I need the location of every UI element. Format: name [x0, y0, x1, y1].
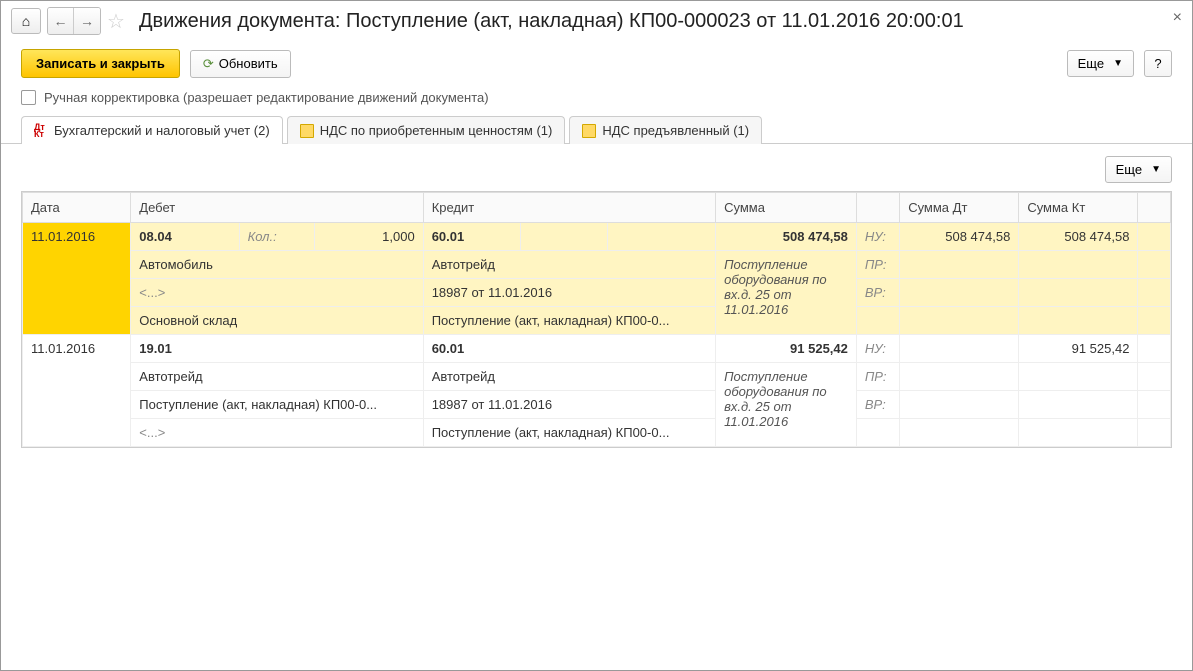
- home-icon: ⌂: [22, 13, 30, 29]
- top-toolbar: ⌂ ← → ☆ Движения документа: Поступление …: [1, 1, 1192, 41]
- doc-icon: [300, 124, 314, 138]
- cell-credit-sub: Поступление (акт, накладная) КП00-0...: [423, 307, 715, 335]
- more-button[interactable]: Еще ▼: [1067, 50, 1134, 77]
- doc-icon: [582, 124, 596, 138]
- cell-tag: ВР:: [856, 279, 899, 307]
- manual-edit-checkbox[interactable]: [21, 90, 36, 105]
- cell-debit-acct: 19.01: [131, 335, 423, 363]
- cell-tag: НУ:: [856, 335, 899, 363]
- cell-sum-note: Поступление оборудования по вх.д. 25 от …: [716, 363, 857, 447]
- sub-action-bar: Еще ▼: [21, 156, 1172, 183]
- th-sum-dt[interactable]: Сумма Дт: [900, 193, 1019, 223]
- table-head: Дата Дебет Кредит Сумма Сумма Дт Сумма К…: [23, 193, 1171, 223]
- cell-sum-dt: 508 474,58: [900, 223, 1019, 251]
- tab-label: Бухгалтерский и налоговый учет (2): [54, 123, 270, 138]
- cell-credit-sub: Автотрейд: [423, 363, 715, 391]
- more-label: Еще: [1116, 162, 1142, 177]
- favorite-icon[interactable]: ☆: [107, 9, 125, 34]
- cell-debit-sub: Автотрейд: [131, 363, 423, 391]
- ledger-table-wrap: Дата Дебет Кредит Сумма Сумма Дт Сумма К…: [21, 191, 1172, 448]
- tab-content: Еще ▼ Дата Дебет Кредит Сумма: [1, 144, 1192, 460]
- cell-tag: НУ:: [856, 223, 899, 251]
- manual-edit-row: Ручная корректировка (разрешает редактир…: [1, 86, 1192, 115]
- forward-button[interactable]: →: [74, 8, 100, 34]
- cell-credit-sub: Поступление (акт, накладная) КП00-0...: [423, 419, 715, 447]
- th-tail[interactable]: [1138, 193, 1171, 223]
- table-row[interactable]: Автомобиль Автотрейд Поступление оборудо…: [23, 251, 1171, 279]
- cell-credit-acct: 60.01: [423, 335, 715, 363]
- tab-label: НДС по приобретенным ценностям (1): [320, 123, 553, 138]
- cell-tag: ПР:: [856, 363, 899, 391]
- page-title: Движения документа: Поступление (акт, на…: [139, 10, 964, 33]
- refresh-icon: ⟳: [203, 56, 214, 72]
- table-row[interactable]: Автотрейд Автотрейд Поступление оборудов…: [23, 363, 1171, 391]
- cell-debit-sub: <...>: [131, 419, 423, 447]
- cell-debit-acct: 08.04: [131, 223, 239, 251]
- tab-vat-presented[interactable]: НДС предъявленный (1): [569, 116, 762, 144]
- cell-debit-sub: Автомобиль: [131, 251, 423, 279]
- th-sum-kt[interactable]: Сумма Кт: [1019, 193, 1138, 223]
- cell-sum: 91 525,42: [716, 335, 857, 363]
- more-label: Еще: [1078, 56, 1104, 71]
- cell-sum-kt: 508 474,58: [1019, 223, 1138, 251]
- cell-date: 11.01.2016: [23, 335, 131, 447]
- cell-credit-acct: 60.01: [423, 223, 520, 251]
- chevron-down-icon: ▼: [1113, 58, 1123, 69]
- tab-vat-acquired[interactable]: НДС по приобретенным ценностям (1): [287, 116, 566, 144]
- table-row[interactable]: Поступление (акт, накладная) КП00-0... 1…: [23, 391, 1171, 419]
- th-debit[interactable]: Дебет: [131, 193, 423, 223]
- th-sum[interactable]: Сумма: [716, 193, 857, 223]
- refresh-label: Обновить: [219, 56, 278, 71]
- cell-sum: 508 474,58: [716, 223, 857, 251]
- cell-debit-sub: Основной склад: [131, 307, 423, 335]
- tab-label: НДС предъявленный (1): [602, 123, 749, 138]
- table-row[interactable]: 11.01.2016 19.01 60.01 91 525,42 НУ: 91 …: [23, 335, 1171, 363]
- table-row[interactable]: 11.01.2016 08.04 Кол.: 1,000 60.01 508 4…: [23, 223, 1171, 251]
- home-button[interactable]: ⌂: [11, 8, 41, 34]
- manual-edit-label: Ручная корректировка (разрешает редактир…: [44, 90, 489, 105]
- help-button[interactable]: ?: [1144, 50, 1172, 77]
- cell-date: 11.01.2016: [23, 223, 131, 335]
- table-row[interactable]: <...> Поступление (акт, накладная) КП00-…: [23, 419, 1171, 447]
- cell-sum-note: Поступление оборудования по вх.д. 25 от …: [716, 251, 857, 335]
- cell-debit-sub: <...>: [131, 279, 423, 307]
- cell-tag: ВР:: [856, 391, 899, 419]
- cell-credit-sub: Автотрейд: [423, 251, 715, 279]
- cell-debit-sub: Поступление (акт, накладная) КП00-0...: [131, 391, 423, 419]
- table-row[interactable]: <...> 18987 от 11.01.2016 ВР:: [23, 279, 1171, 307]
- back-button[interactable]: ←: [48, 8, 74, 34]
- cell-tag: ПР:: [856, 251, 899, 279]
- nav-group: ← →: [47, 7, 101, 35]
- table-row[interactable]: Основной склад Поступление (акт, накладн…: [23, 307, 1171, 335]
- cell-sum-dt: [900, 335, 1019, 363]
- cell-sum-kt: 91 525,42: [1019, 335, 1138, 363]
- arrow-right-icon: →: [80, 13, 94, 29]
- tab-bar: ДтКт Бухгалтерский и налоговый учет (2) …: [1, 115, 1192, 144]
- cell-credit-sub: 18987 от 11.01.2016: [423, 391, 715, 419]
- close-icon[interactable]: ×: [1173, 9, 1182, 27]
- ledger-table: Дата Дебет Кредит Сумма Сумма Дт Сумма К…: [22, 192, 1171, 447]
- chevron-down-icon: ▼: [1151, 164, 1161, 175]
- action-bar: Записать и закрыть ⟳ Обновить Еще ▼ ?: [1, 41, 1192, 86]
- cell-qty-label: Кол.:: [239, 223, 315, 251]
- tab-accounting[interactable]: ДтКт Бухгалтерский и налоговый учет (2): [21, 116, 283, 144]
- th-credit[interactable]: Кредит: [423, 193, 715, 223]
- th-blank[interactable]: [856, 193, 899, 223]
- table-more-button[interactable]: Еще ▼: [1105, 156, 1172, 183]
- main-window: × ⌂ ← → ☆ Движения документа: Поступлени…: [0, 0, 1193, 671]
- table-body: 11.01.2016 08.04 Кол.: 1,000 60.01 508 4…: [23, 223, 1171, 447]
- cell-credit-sub: 18987 от 11.01.2016: [423, 279, 715, 307]
- th-date[interactable]: Дата: [23, 193, 131, 223]
- arrow-left-icon: ←: [54, 13, 68, 29]
- cell-qty: 1,000: [315, 223, 423, 251]
- dtkt-icon: ДтКт: [34, 124, 48, 138]
- save-close-button[interactable]: Записать и закрыть: [21, 49, 180, 78]
- refresh-button[interactable]: ⟳ Обновить: [190, 50, 291, 78]
